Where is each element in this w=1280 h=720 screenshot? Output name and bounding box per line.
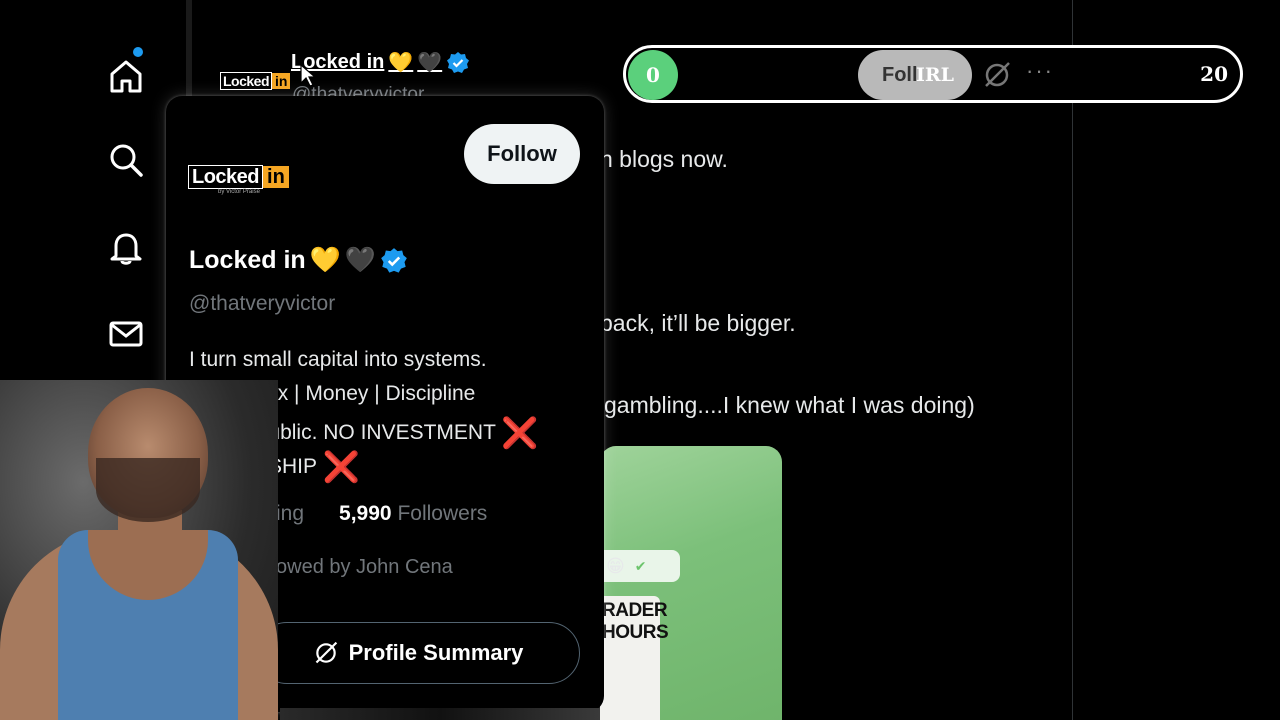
left-score: 0 — [628, 50, 678, 100]
notification-dot — [133, 47, 143, 57]
red-x-icon: ❌ — [322, 451, 360, 484]
bell-icon — [110, 233, 142, 265]
black-heart-icon: 🖤 — [344, 246, 376, 274]
irl-label: IRL — [916, 64, 955, 86]
followers-label: Followers — [397, 502, 488, 525]
card-line-1: RADER — [602, 600, 668, 621]
card-avatar-subtitle: by Victor Praise — [218, 189, 260, 195]
verified-badge-icon — [447, 51, 470, 73]
followers-count: 5,990 — [339, 502, 392, 525]
irl-pill: Foll IRL — [858, 50, 972, 100]
tweet-text-line-1: n blogs now. — [600, 146, 728, 172]
tweet-author-name[interactable]: Locked in 💛 🖤 — [291, 50, 470, 75]
more-dots-icon[interactable]: ··· — [1026, 58, 1054, 84]
avatar-logo-text: Locked — [220, 72, 273, 90]
grok-icon[interactable] — [982, 60, 1012, 90]
bio-line-1: I turn small capital into systems. — [189, 348, 487, 371]
bottom-content-edge — [280, 708, 600, 720]
right-score: 20 — [1200, 62, 1228, 86]
followers-link[interactable]: 5,990 Followers — [339, 502, 487, 525]
black-heart-icon: 🖤 — [417, 52, 443, 74]
mail-icon — [109, 321, 143, 347]
following-link[interactable]: ing — [276, 502, 304, 525]
column-divider — [1072, 0, 1073, 720]
card-handle[interactable]: @thatveryvictor — [189, 292, 335, 316]
yellow-heart-icon: 💛 — [388, 52, 414, 74]
trader-hours-card: RADER HOURS — [600, 596, 669, 720]
card-line-2: HOURS — [602, 622, 669, 643]
card-avatar[interactable]: Locked in by Victor Praise — [188, 165, 289, 198]
card-avatar-badge: in — [263, 166, 289, 188]
follow-button[interactable]: Follow — [464, 124, 580, 184]
card-name-text: Locked in — [189, 246, 306, 274]
followed-by-text: owed by John Cena — [276, 556, 453, 578]
follow-stats: ing 5,990 Followers — [276, 502, 487, 526]
x-logo-icon[interactable] — [112, 0, 142, 4]
tweet-text-line-2: back, it’ll be bigger. — [600, 310, 796, 336]
tweet-media-image[interactable]: 😁 ✔ RADER HOURS — [600, 446, 782, 720]
profile-summary-label: Profile Summary — [348, 640, 524, 665]
search-icon — [110, 144, 143, 177]
stream-score-bar: 0 Foll IRL ··· 20 — [623, 45, 1243, 103]
red-x-icon: ❌ — [501, 417, 539, 450]
nav-search[interactable] — [106, 140, 146, 180]
avatar-logo-badge: in — [272, 73, 291, 89]
card-display-name[interactable]: Locked in 💛 🖤 — [189, 246, 408, 275]
tweet-text-line-3: gambling....I knew what I was doing) — [604, 392, 975, 418]
webcam-overlay — [0, 380, 278, 720]
mouse-cursor-icon — [300, 64, 316, 87]
emoji-reaction-strip: 😁 ✔ — [600, 550, 680, 582]
profile-summary-button[interactable]: Profile Summary — [256, 622, 580, 684]
yellow-heart-icon: 💛 — [309, 246, 341, 274]
tweet-author-avatar[interactable]: Locked in — [220, 66, 291, 96]
grin-emoji-icon: 😁 — [606, 555, 625, 576]
webcam-beard — [96, 458, 200, 522]
verified-badge-icon — [381, 247, 407, 273]
card-avatar-text: Locked — [188, 165, 264, 189]
nav-notifications[interactable] — [106, 228, 146, 268]
check-icon: ✔ — [634, 557, 647, 574]
grok-icon — [315, 641, 337, 664]
home-icon — [110, 60, 142, 93]
nav-home[interactable] — [106, 56, 146, 96]
ghost-follow-text: Foll — [882, 63, 918, 86]
nav-messages[interactable] — [106, 314, 146, 354]
